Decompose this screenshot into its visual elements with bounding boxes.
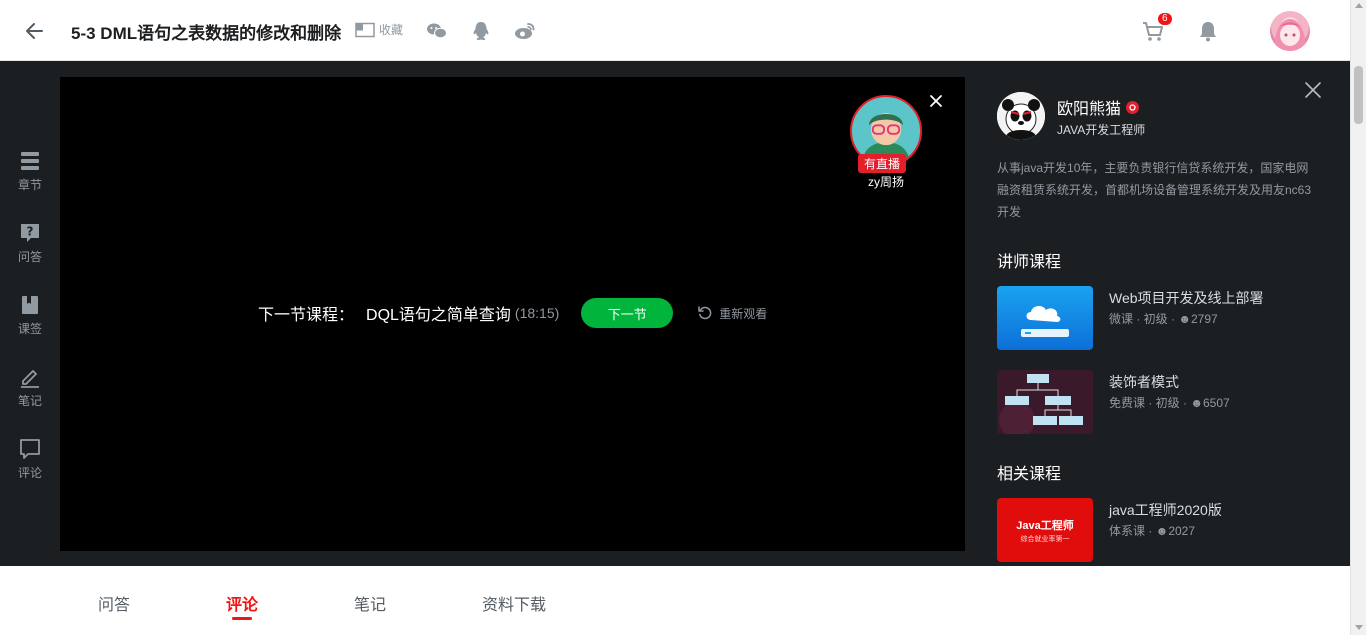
live-teacher-card[interactable]: 有直播 zy周扬 [849, 95, 923, 190]
teacher-panel: 欧阳熊猫 JAVA开发工程师 从事java开发10年，主要负责银行信贷系统开发，… [965, 61, 1350, 566]
wechat-icon[interactable] [425, 19, 449, 43]
user-avatar[interactable] [1270, 11, 1310, 51]
related-courses-heading: 相关课程 [997, 466, 1062, 483]
teacher-name-text: 欧阳熊猫 [1057, 101, 1122, 118]
next-lesson-button[interactable]: 下一节 [581, 298, 674, 328]
replay-button[interactable]: 重新观看 [697, 305, 767, 322]
weibo-icon[interactable] [513, 19, 537, 43]
course-name[interactable]: 装饰者模式 [1109, 372, 1179, 392]
sidebar-item-label: 笔记 [17, 394, 42, 408]
video-player[interactable]: 有直播 zy周扬 下一节课程： DQL语句之简单查询 (18:15) 下一节 重… [60, 77, 965, 551]
svg-text:?: ? [27, 225, 34, 239]
chapter-icon [21, 152, 39, 170]
next-lesson-prompt: 下一节课程： DQL语句之简单查询 (18:15) 下一节 重新观看 [258, 298, 767, 328]
back-arrow-icon[interactable] [22, 18, 48, 44]
active-tab-indicator [232, 617, 252, 620]
tab-comments[interactable]: 评论 [226, 591, 258, 615]
replay-label: 重新观看 [719, 306, 768, 321]
comment-icon [20, 439, 40, 459]
next-lesson-duration: (18:15) [514, 305, 560, 321]
scroll-up-arrow-icon[interactable] [1355, 3, 1363, 8]
bookmark-icon [22, 296, 38, 314]
course-meta-text: 体系课 · [1109, 524, 1156, 538]
next-lesson-prefix: 下一节课程： [258, 307, 355, 324]
note-icon [21, 370, 39, 388]
sidebar-item-label: 评论 [17, 466, 42, 480]
sidebar-item-notes[interactable]: 笔记 [10, 366, 50, 409]
favorite-icon [355, 22, 375, 37]
replay-icon [698, 306, 712, 320]
students-icon: ☻ [1190, 396, 1203, 410]
sidebar-item-comments[interactable]: 评论 [10, 438, 50, 481]
page-scrollbar[interactable] [1350, 0, 1366, 635]
students-icon: ☻ [1155, 524, 1169, 538]
sidebar-item-chapter[interactable]: 章节 [10, 150, 50, 193]
course-meta: 体系课 · ☻2027 [1109, 522, 1195, 539]
course-name[interactable]: Web项目开发及线上部署 [1109, 288, 1264, 308]
next-lesson-name: DQL语句之简单查询 [366, 307, 511, 324]
course-meta-text: 微课 · 初级 · [1109, 312, 1179, 326]
teacher-name: 欧阳熊猫 [1057, 95, 1140, 119]
sidebar-item-label: 章节 [17, 178, 42, 192]
top-bar: 5-3 DML语句之表数据的修改和删除 收藏 6 [0, 0, 1350, 61]
tab-notes[interactable]: 笔记 [354, 591, 386, 615]
thumb-title: Java工程师 [1016, 520, 1074, 532]
teacher-title: JAVA开发工程师 [1057, 123, 1146, 137]
favorite-label: 收藏 [379, 23, 404, 37]
teacher-description: 从事java开发10年，主要负责银行信贷系统开发，国家电网融资租赁系统开发，首都… [997, 161, 1312, 219]
course-students: 2797 [1190, 312, 1218, 326]
sidebar-item-bookmark[interactable]: 课签 [10, 294, 50, 337]
tab-qa[interactable]: 问答 [98, 591, 130, 615]
notification-bell-icon[interactable] [1196, 19, 1220, 43]
page-title: 5-3 DML语句之表数据的修改和删除 [71, 24, 342, 43]
teacher-avatar[interactable] [997, 92, 1045, 140]
course-thumbnail [997, 370, 1093, 434]
scroll-thumb[interactable] [1354, 66, 1363, 124]
course-meta: 免费课 · 初级 · ☻6507 [1109, 394, 1230, 411]
course-students: 2027 [1168, 524, 1196, 538]
question-icon: ? [21, 224, 39, 242]
live-teacher-name: zy周扬 [867, 175, 904, 189]
panel-close-icon[interactable] [1304, 81, 1322, 99]
scroll-down-arrow-icon[interactable] [1355, 625, 1363, 630]
course-thumbnail: Java工程师 综合就业率第一 [997, 498, 1093, 562]
students-icon: ☻ [1178, 312, 1191, 326]
course-meta-text: 免费课 · 初级 · [1109, 396, 1191, 410]
course-students: 6507 [1202, 396, 1230, 410]
favorite-button[interactable]: 收藏 [355, 21, 403, 38]
sidebar-item-qa[interactable]: ? 问答 [10, 222, 50, 265]
sidebar-item-label: 课签 [17, 322, 42, 336]
bottom-tabs: 问答 评论 笔记 资料下载 [0, 566, 1350, 635]
cart-count-badge: 6 [1158, 13, 1172, 25]
course-name[interactable]: java工程师2020版 [1109, 500, 1222, 520]
thumb-subtitle: 综合就业率第一 [1020, 536, 1070, 543]
teacher-courses-heading: 讲师课程 [997, 254, 1062, 271]
close-icon[interactable] [929, 94, 943, 108]
verified-badge-icon [1126, 100, 1140, 114]
sidebar-item-label: 问答 [17, 250, 42, 264]
course-meta: 微课 · 初级 · ☻2797 [1109, 310, 1218, 327]
live-badge: 有直播 [858, 154, 907, 173]
qq-icon[interactable] [469, 19, 493, 43]
course-thumbnail [997, 286, 1093, 350]
course-item[interactable]: Web项目开发及线上部署 微课 · 初级 · ☻2797 [997, 286, 1327, 350]
tab-downloads[interactable]: 资料下载 [482, 591, 546, 615]
course-item[interactable]: 装饰者模式 免费课 · 初级 · ☻6507 [997, 370, 1327, 434]
course-item[interactable]: Java工程师 综合就业率第一 java工程师2020版 体系课 · ☻2027 [997, 498, 1327, 562]
